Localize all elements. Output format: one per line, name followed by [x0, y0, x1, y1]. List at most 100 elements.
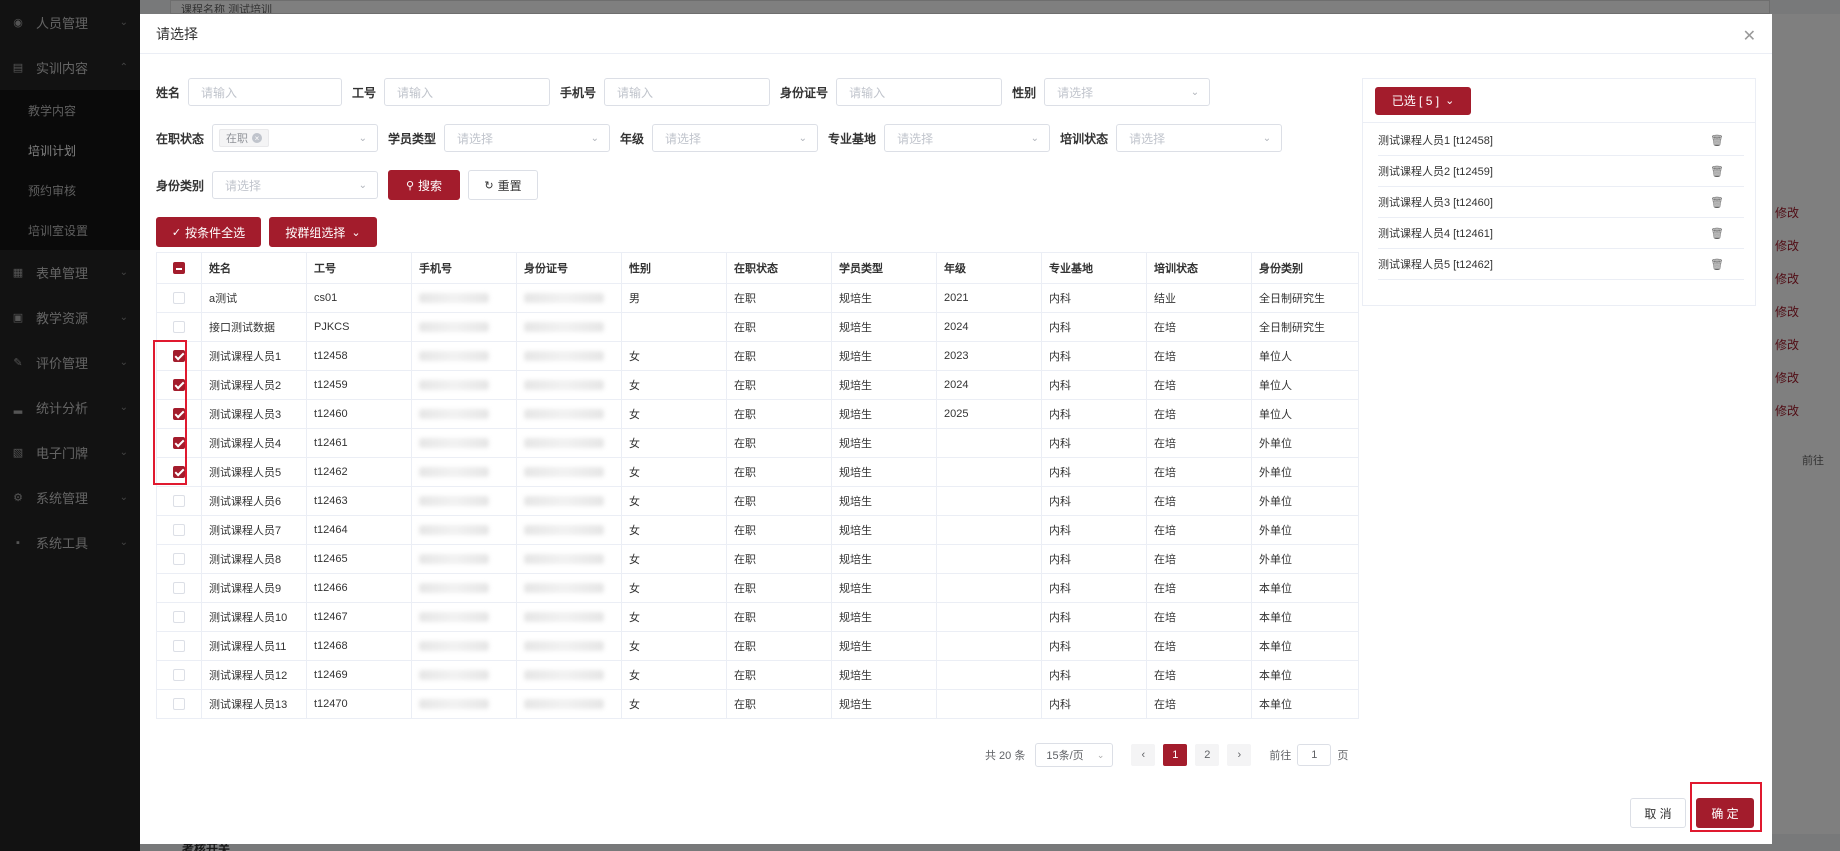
trash-icon[interactable]: 🗑	[1710, 196, 1724, 209]
name-cell: 测试课程人员8	[201, 544, 307, 574]
confirm-button[interactable]: 确 定	[1696, 798, 1754, 828]
select-all-checkbox-cell[interactable]	[156, 252, 202, 284]
prev-page-button[interactable]: ‹	[1131, 744, 1156, 766]
row-checkbox-cell[interactable]	[156, 660, 202, 690]
table-row[interactable]: 测试课程人员7 t12464 女在职 规培生 内科 在培 外单位	[156, 515, 1359, 545]
trash-icon[interactable]: 🗑	[1710, 227, 1724, 240]
goto-page-input[interactable]: 1	[1297, 744, 1332, 766]
row-checkbox-cell[interactable]	[156, 399, 202, 429]
select-by-group-button[interactable]: 按群组选择 ⌄	[269, 217, 377, 247]
row-checkbox-cell[interactable]	[156, 312, 202, 342]
trash-icon[interactable]: 🗑	[1710, 258, 1724, 271]
table-row[interactable]: 测试课程人员10 t12467 女在职 规培生 内科 在培 本单位	[156, 602, 1359, 632]
row-checkbox-cell[interactable]	[156, 341, 202, 371]
base-cell: 内科	[1041, 544, 1147, 574]
select-all-by-condition-button[interactable]: ✓ 按条件全选	[156, 217, 261, 247]
row-checkbox-cell[interactable]	[156, 457, 202, 487]
train-status-select[interactable]: 请选择 ⌄	[1116, 124, 1283, 152]
emp-cell: 在职	[726, 515, 832, 545]
page-size-select[interactable]: 15条/页 ⌄	[1035, 743, 1114, 767]
search-button[interactable]: ⚲ 搜索	[388, 170, 461, 200]
trainee-type-select[interactable]: 请选择 ⌄	[444, 124, 611, 152]
redacted-value	[524, 351, 604, 362]
table-row[interactable]: 测试课程人员13 t12470 女在职 规培生 内科 在培 本单位	[156, 689, 1359, 719]
row-checkbox[interactable]	[173, 350, 185, 363]
redacted-value	[524, 583, 604, 594]
selected-count-dropdown[interactable]: 已选 [ 5 ] ⌄	[1375, 86, 1471, 115]
row-checkbox-cell[interactable]	[156, 370, 202, 400]
row-checkbox[interactable]	[173, 292, 185, 305]
identity-select[interactable]: 请选择 ⌄	[212, 171, 379, 199]
next-page-button[interactable]: ›	[1227, 744, 1252, 766]
page-2-button[interactable]: 2	[1195, 744, 1220, 766]
refresh-icon: ↻	[484, 179, 494, 192]
row-checkbox-cell[interactable]	[156, 428, 202, 458]
row-checkbox-cell[interactable]	[156, 573, 202, 603]
gender-cell: 女	[621, 660, 727, 690]
table-row[interactable]: 测试课程人员9 t12466 女在职 规培生 内科 在培 本单位	[156, 573, 1359, 603]
row-checkbox-cell[interactable]	[156, 689, 202, 719]
table-row[interactable]: 测试课程人员5 t12462 女在职 规培生 内科 在培 外单位	[156, 457, 1359, 487]
row-checkbox[interactable]	[173, 437, 185, 450]
jobno-input[interactable]: 请输入	[384, 78, 551, 106]
grade-cell: 2025	[936, 399, 1042, 429]
redacted-value	[419, 293, 489, 304]
redacted-value	[419, 351, 489, 362]
row-checkbox-cell[interactable]	[156, 515, 202, 545]
table-row[interactable]: 接口测试数据 PJKCS 在职 规培生 2024 内科 在培 全日制研究生	[156, 312, 1359, 342]
close-icon[interactable]: ✕	[1743, 26, 1756, 46]
table-row[interactable]: 测试课程人员4 t12461 女在职 规培生 内科 在培 外单位	[156, 428, 1359, 458]
cancel-button[interactable]: 取 消	[1630, 798, 1686, 828]
select-all-checkbox[interactable]	[173, 262, 185, 275]
grade-select[interactable]: 请选择 ⌄	[652, 124, 819, 152]
type-cell: 规培生	[831, 515, 937, 545]
row-checkbox[interactable]	[173, 321, 185, 334]
table-row[interactable]: a测试 cs01 男在职 规培生 2021 内科 结业 全日制研究生	[156, 283, 1359, 313]
row-checkbox[interactable]	[173, 495, 185, 508]
page-1-button[interactable]: 1	[1163, 744, 1188, 766]
row-checkbox[interactable]	[173, 669, 185, 682]
row-checkbox[interactable]	[173, 698, 185, 711]
grade-cell: 2021	[936, 283, 1042, 313]
table-row[interactable]: 测试课程人员3 t12460 女在职 规培生 2025 内科 在培 单位人	[156, 399, 1359, 429]
row-checkbox[interactable]	[173, 524, 185, 537]
row-checkbox[interactable]	[173, 466, 185, 479]
row-checkbox[interactable]	[173, 379, 185, 392]
row-checkbox-cell[interactable]	[156, 602, 202, 632]
row-checkbox-cell[interactable]	[156, 486, 202, 516]
row-checkbox-cell[interactable]	[156, 631, 202, 661]
train-status-label: 培训状态	[1060, 131, 1109, 146]
row-checkbox[interactable]	[173, 553, 185, 566]
column-header: 在职状态	[726, 252, 832, 284]
redacted-value	[524, 322, 604, 333]
grade-cell	[936, 544, 1042, 574]
name-cell: 测试课程人员7	[201, 515, 307, 545]
name-input[interactable]: 请输入	[188, 78, 343, 106]
row-checkbox-cell[interactable]	[156, 544, 202, 574]
table-row[interactable]: 测试课程人员11 t12468 女在职 规培生 内科 在培 本单位	[156, 631, 1359, 661]
table-row[interactable]: 测试课程人员6 t12463 女在职 规培生 内科 在培 外单位	[156, 486, 1359, 516]
base-cell: 内科	[1041, 312, 1147, 342]
trash-icon[interactable]: 🗑	[1710, 134, 1724, 147]
base-select[interactable]: 请选择 ⌄	[884, 124, 1051, 152]
row-checkbox[interactable]	[173, 408, 185, 421]
gender-select[interactable]: 请选择 ⌄	[1044, 78, 1211, 106]
employment-select[interactable]: 在职 × ⌄	[212, 124, 379, 152]
table-row[interactable]: 测试课程人员12 t12469 女在职 规培生 内科 在培 本单位	[156, 660, 1359, 690]
row-checkbox-cell[interactable]	[156, 283, 202, 313]
row-checkbox[interactable]	[173, 582, 185, 595]
row-checkbox[interactable]	[173, 640, 185, 653]
table-row[interactable]: 测试课程人员1 t12458 女在职 规培生 2023 内科 在培 单位人	[156, 341, 1359, 371]
trash-icon[interactable]: 🗑	[1710, 165, 1724, 178]
phone-cell-redacted	[411, 457, 517, 487]
chevron-down-icon: ⌄	[358, 179, 368, 191]
tag-close-icon[interactable]: ×	[252, 133, 263, 143]
emp-cell: 在职	[726, 660, 832, 690]
table-row[interactable]: 测试课程人员2 t12459 女在职 规培生 2024 内科 在培 单位人	[156, 370, 1359, 400]
phone-input[interactable]: 请输入	[604, 78, 771, 106]
table-row[interactable]: 测试课程人员8 t12465 女在职 规培生 内科 在培 外单位	[156, 544, 1359, 574]
reset-button[interactable]: ↻ 重置	[468, 170, 539, 200]
idcard-input[interactable]: 请输入	[836, 78, 1003, 106]
phone-cell-redacted	[411, 341, 517, 371]
row-checkbox[interactable]	[173, 611, 185, 624]
